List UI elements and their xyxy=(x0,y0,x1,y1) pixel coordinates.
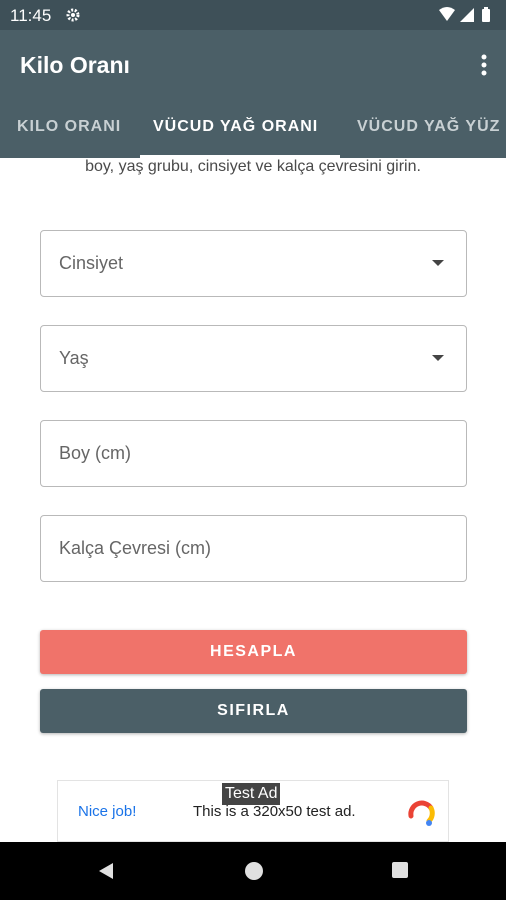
tab-vucud-yag-yuzdesi[interactable]: VÜCUD YAĞ YÜZ xyxy=(357,118,500,136)
age-label: Yaş xyxy=(59,348,89,368)
settings-gear-icon xyxy=(66,8,80,27)
dropdown-arrow-icon xyxy=(432,355,444,361)
recents-icon[interactable] xyxy=(391,861,409,884)
status-icons xyxy=(438,6,498,29)
hip-circumference-input[interactable]: Kalça Çevresi (cm) xyxy=(40,515,467,582)
signal-icon xyxy=(460,8,474,22)
wifi-icon xyxy=(439,7,455,21)
app-title: Kilo Oranı xyxy=(20,52,130,78)
gender-label: Cinsiyet xyxy=(59,253,124,273)
back-icon[interactable] xyxy=(96,861,116,886)
ad-logo-icon xyxy=(405,796,437,833)
home-icon[interactable] xyxy=(244,861,264,886)
ad-main-text: This is a 320x50 test ad. xyxy=(193,803,356,820)
ad-badge: Test Ad xyxy=(222,783,281,805)
more-vert-icon[interactable] xyxy=(476,52,492,80)
calculate-button[interactable]: HESAPLA xyxy=(40,630,467,674)
dropdown-arrow-icon xyxy=(432,260,444,266)
gender-dropdown[interactable]: Cinsiyet xyxy=(40,230,467,297)
app-bar: Kilo Oranı KILO ORANI VÜCUD YAĞ ORANI VÜ… xyxy=(0,30,506,158)
ad-banner[interactable]: Nice job! This is a 320x50 test ad. Test… xyxy=(57,780,449,842)
height-input[interactable]: Boy (cm) xyxy=(40,420,467,487)
instructions-text: boy, yaş grubu, cinsiyet ve kalça çevres… xyxy=(85,158,421,175)
hip-label: Kalça Çevresi (cm) xyxy=(59,538,212,558)
age-dropdown[interactable]: Yaş xyxy=(40,325,467,392)
battery-icon xyxy=(482,7,490,22)
reset-button[interactable]: SIFIRLA xyxy=(40,689,467,733)
tab-vucud-yag-orani[interactable]: VÜCUD YAĞ ORANI xyxy=(153,118,318,136)
height-label: Boy (cm) xyxy=(59,443,131,463)
status-time: 11:45 xyxy=(10,6,52,25)
ad-left-text: Nice job! xyxy=(78,803,137,820)
tab-kilo-orani[interactable]: KILO ORANI xyxy=(17,118,121,136)
navigation-bar xyxy=(0,842,506,900)
tab-bar: KILO ORANI VÜCUD YAĞ ORANI VÜCUD YAĞ YÜZ xyxy=(0,108,506,158)
status-bar: 11:45 xyxy=(0,0,506,30)
